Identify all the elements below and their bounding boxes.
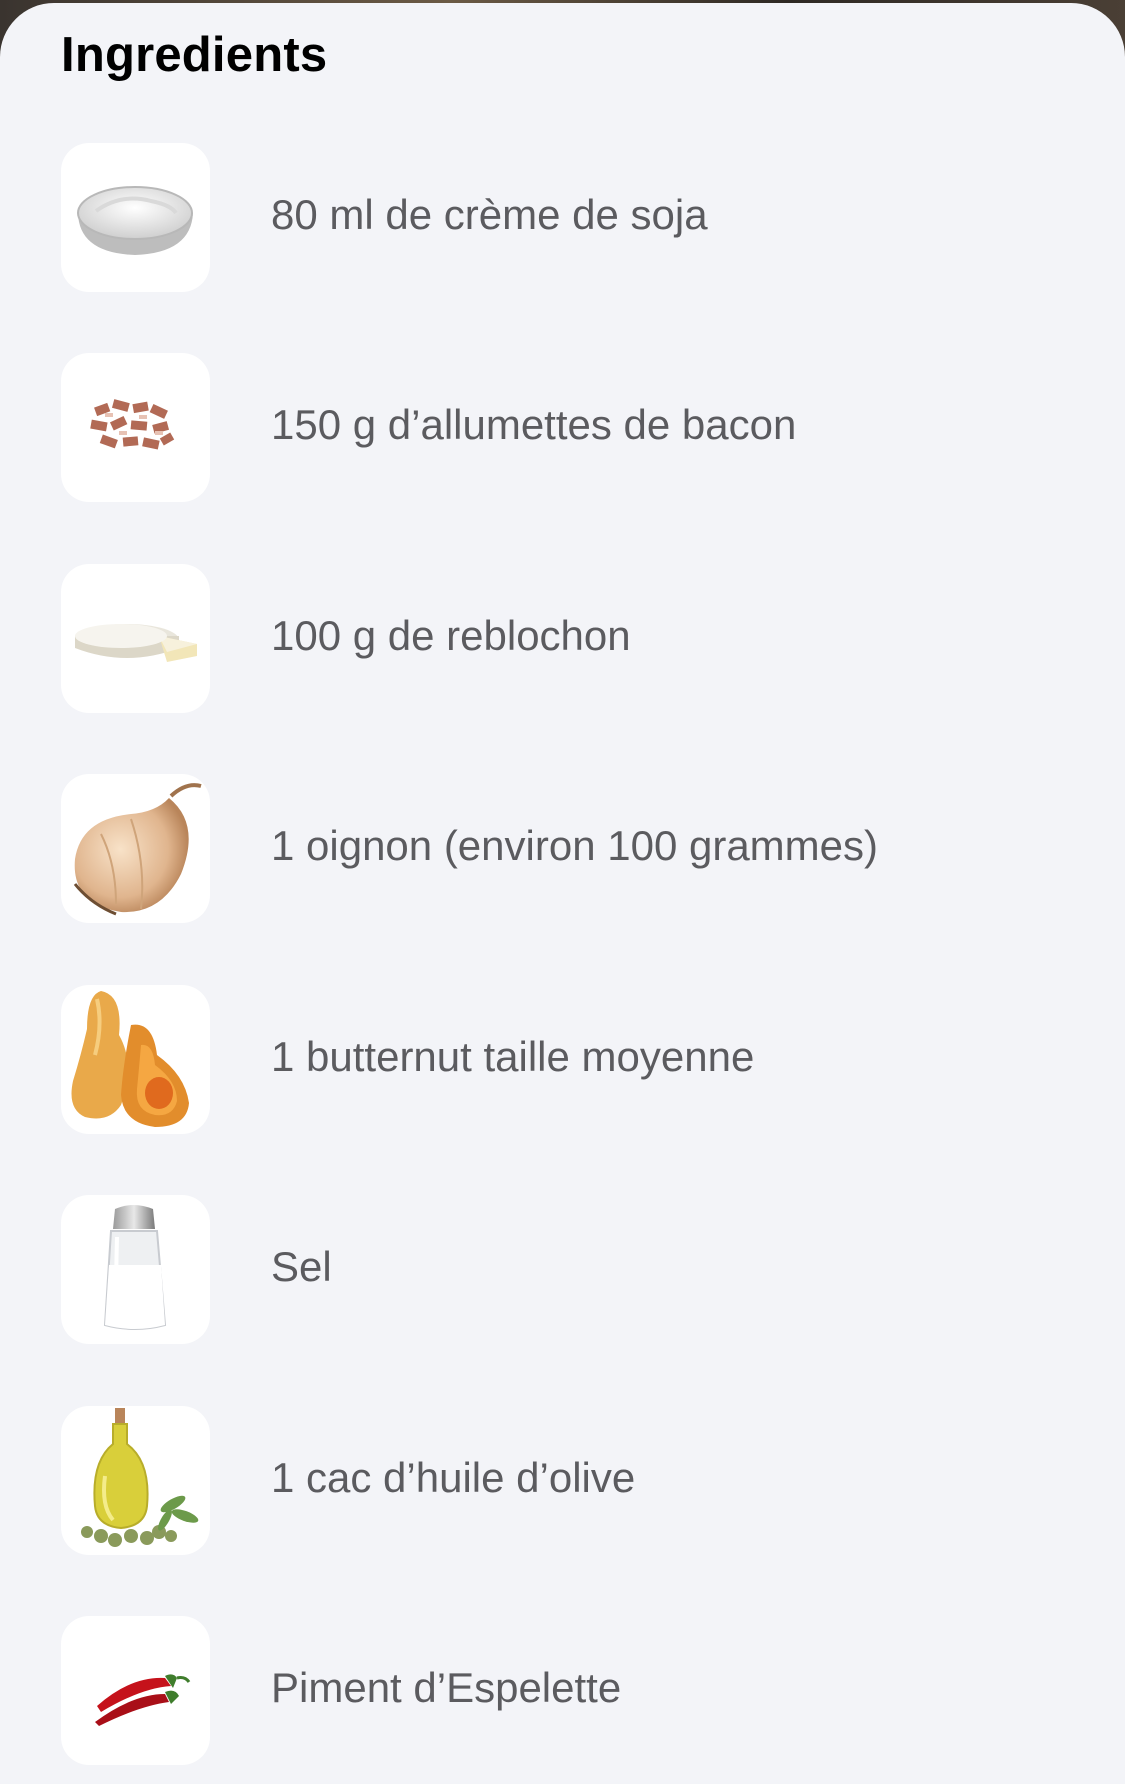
ingredient-label: Piment d’Espelette <box>271 1664 622 1711</box>
bacon-icon <box>61 353 210 502</box>
cheese-icon <box>61 564 210 713</box>
ingredient-label: Sel <box>271 1243 332 1290</box>
ingredient-label: 1 cac d’huile d’olive <box>271 1454 636 1501</box>
ingredient-label: 1 oignon (environ 100 grammes) <box>271 822 878 869</box>
salt-shaker-icon <box>61 1195 210 1344</box>
ingredient-row-soy-cream[interactable]: 80 ml de crème de soja <box>0 143 1125 293</box>
cream-bowl-icon <box>61 143 210 292</box>
onion-icon <box>61 774 210 923</box>
ingredient-row-olive-oil[interactable]: 1 cac d’huile d’olive <box>0 1406 1125 1556</box>
ingredient-thumbnail <box>61 1616 210 1765</box>
ingredient-thumbnail <box>61 1195 210 1344</box>
ingredient-thumbnail <box>61 774 210 923</box>
ingredient-row-onion[interactable]: 1 oignon (environ 100 grammes) <box>0 774 1125 924</box>
ingredient-row-bacon[interactable]: 150 g d’allumettes de bacon <box>0 353 1125 503</box>
ingredient-row-espelette[interactable]: Piment d’Espelette <box>0 1616 1125 1766</box>
olive-oil-icon <box>61 1406 210 1555</box>
ingredient-row-reblochon[interactable]: 100 g de reblochon <box>0 564 1125 714</box>
ingredients-sheet: Ingredients 80 ml de crème de soja 150 g… <box>0 3 1125 1784</box>
ingredient-thumbnail <box>61 985 210 1134</box>
ingredient-label: 100 g de reblochon <box>271 612 631 659</box>
ingredient-label: 150 g d’allumettes de bacon <box>271 401 797 448</box>
ingredient-row-butternut[interactable]: 1 butternut taille moyenne <box>0 985 1125 1135</box>
ingredient-label: 80 ml de crème de soja <box>271 191 708 238</box>
chili-pepper-icon <box>61 1616 210 1765</box>
ingredient-thumbnail <box>61 353 210 502</box>
page-title: Ingredients <box>61 28 328 82</box>
ingredient-thumbnail <box>61 1406 210 1555</box>
ingredient-row-salt[interactable]: Sel <box>0 1195 1125 1345</box>
ingredient-label: 1 butternut taille moyenne <box>271 1033 755 1080</box>
ingredient-thumbnail <box>61 564 210 713</box>
butternut-icon <box>61 985 210 1134</box>
ingredient-thumbnail <box>61 143 210 292</box>
